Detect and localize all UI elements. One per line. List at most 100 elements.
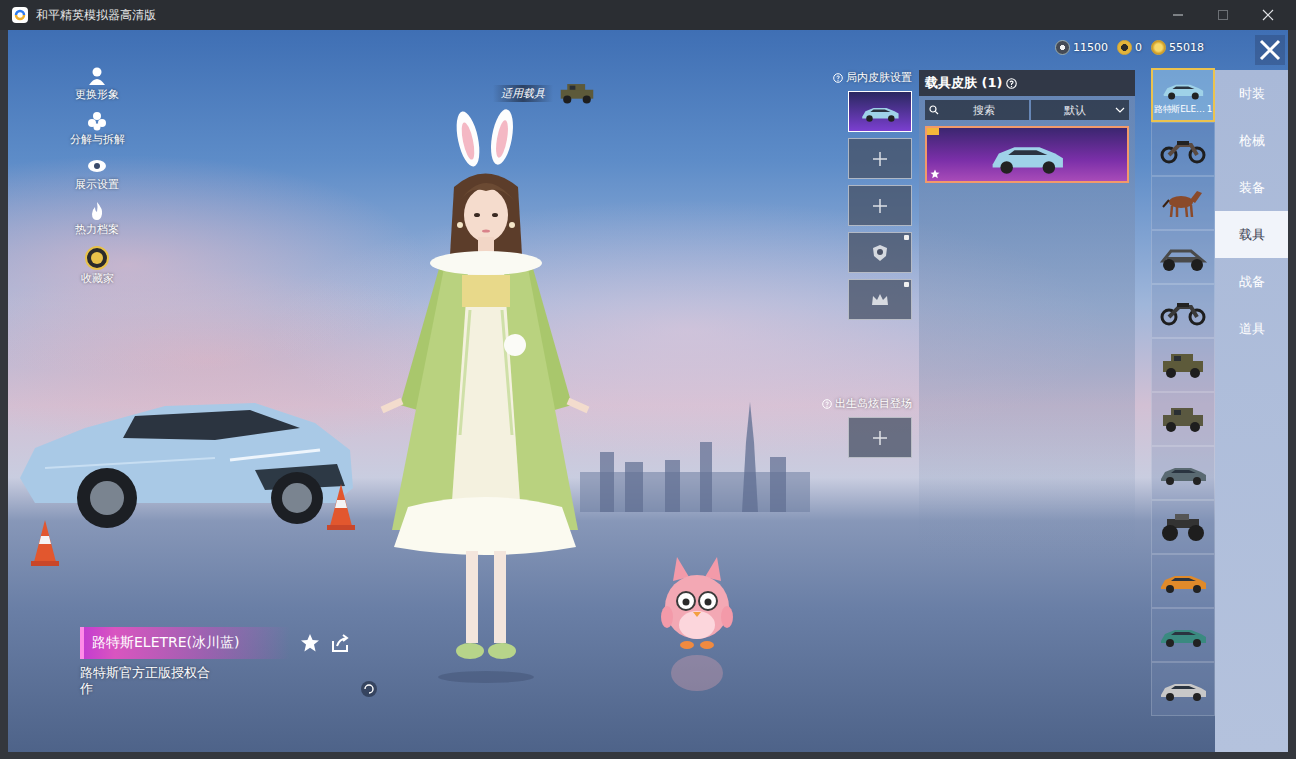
vehicle-item[interactable] — [1151, 446, 1215, 500]
traffic-cone — [30, 518, 60, 568]
category-tab[interactable]: 载具 — [1215, 211, 1288, 258]
side-menu-item[interactable]: 分解与拆解 — [65, 111, 129, 147]
currency-amount: 0 — [1135, 41, 1142, 54]
currency-amount: 55018 — [1169, 41, 1204, 54]
spawn-slot[interactable] — [848, 417, 912, 458]
side-menu-item[interactable]: 收藏家 — [65, 246, 129, 286]
favorite-button[interactable] — [300, 633, 320, 653]
spawn-entrance-text: 出生岛炫目登场 — [835, 396, 912, 411]
skin-slot[interactable] — [848, 279, 912, 320]
avatar-icon — [87, 66, 107, 86]
search-field[interactable]: 搜索 — [925, 100, 1029, 120]
close-icon — [1262, 9, 1274, 21]
category-tabs: 时装枪械装备载具战备道具 — [1215, 70, 1288, 752]
skin-slot[interactable] — [848, 185, 912, 226]
currency: 11500 — [1055, 40, 1108, 55]
vehicle-item[interactable] — [1151, 608, 1215, 662]
star-icon[interactable] — [300, 633, 320, 653]
category-tab[interactable]: 时装 — [1215, 70, 1288, 117]
close-icon — [1259, 39, 1281, 61]
help-icon[interactable] — [822, 399, 832, 409]
app-logo-icon — [12, 7, 28, 23]
motorbike-icon — [1157, 133, 1209, 165]
side-menu-label: 展示设置 — [75, 177, 119, 192]
skin-card[interactable] — [925, 126, 1129, 183]
search-placeholder: 搜索 — [943, 103, 1025, 118]
chevron-down-icon — [1115, 107, 1125, 113]
minimize-button[interactable] — [1155, 0, 1200, 30]
vehicle-item[interactable] — [1151, 122, 1215, 176]
heat-icon — [87, 201, 107, 221]
jeep-icon — [1157, 403, 1209, 435]
rotate-icon — [360, 680, 378, 698]
badge-icon — [871, 244, 889, 262]
item-name-row: 路特斯ELETRE(冰川蓝) — [80, 627, 812, 659]
lock-mark — [904, 235, 909, 240]
panel-title: 载具皮肤 (1) — [925, 74, 1002, 92]
card-favorite — [930, 169, 940, 179]
pet-figure — [655, 545, 740, 695]
decompose-icon — [87, 111, 107, 131]
skin-slot[interactable] — [848, 91, 912, 132]
in-match-skin-text: 局内皮肤设置 — [846, 70, 912, 85]
side-menu-item[interactable]: 更换形象 — [65, 66, 129, 102]
share-icon — [330, 633, 350, 653]
sort-dropdown[interactable]: 默认 — [1031, 100, 1129, 120]
vehicle-skin-panel: 载具皮肤 (1) 搜索默认 — [919, 70, 1135, 575]
category-tab[interactable]: 道具 — [1215, 305, 1288, 352]
side-menu: 更换形象分解与拆解展示设置热力档案收藏家 — [8, 30, 812, 286]
right-panels: 局内皮肤设置出生岛炫目登场载具皮肤 (1)搜索默认路特斯ELE…1时装枪械装备载… — [812, 30, 1288, 752]
display-icon — [87, 156, 107, 176]
item-description: 路特斯官方正版授权合作 — [80, 665, 220, 697]
skin-slot-column: 局内皮肤设置出生岛炫目登场 — [812, 30, 913, 752]
character-figure — [360, 105, 610, 690]
vehicle-item[interactable] — [1151, 338, 1215, 392]
vehicle-count: 1 — [1207, 104, 1213, 114]
maximize-button[interactable] — [1200, 0, 1245, 30]
car-icon — [1160, 75, 1206, 103]
car-layer — [15, 368, 355, 533]
skin-slot[interactable] — [848, 232, 912, 273]
plus-icon — [872, 198, 888, 214]
emulator-body: 11500055018适用载具更换形象分解与拆解展示设置热力档案收藏家路特斯EL… — [0, 30, 1296, 759]
panel-header: 载具皮肤 (1) — [919, 70, 1135, 96]
help-icon[interactable] — [833, 73, 843, 83]
vehicle-item[interactable] — [1151, 284, 1215, 338]
vehicle-list: 路特斯ELE…1 — [1151, 68, 1215, 752]
vehicle-label: 路特斯ELE… — [1154, 103, 1205, 116]
vehicle-item[interactable] — [1151, 230, 1215, 284]
pet-layer — [655, 545, 740, 695]
vehicle-item[interactable] — [1151, 176, 1215, 230]
vehicle-item[interactable]: 路特斯ELE…1 — [1151, 68, 1215, 122]
vehicle-item[interactable] — [1151, 392, 1215, 446]
side-menu-item[interactable]: 热力档案 — [65, 201, 129, 237]
rotate-button[interactable] — [360, 680, 378, 698]
skin-slot[interactable] — [848, 138, 912, 179]
vehicle-label-row: 路特斯ELE…1 — [1152, 103, 1215, 116]
category-tab[interactable]: 装备 — [1215, 164, 1288, 211]
emulator-window: 和平精英模拟器高清版11500055018适用载具更换形象分解与拆解展示设置热力… — [0, 0, 1296, 759]
maximize-icon — [1217, 9, 1229, 21]
vehicle-item[interactable] — [1151, 662, 1215, 716]
side-menu-label: 分解与拆解 — [70, 132, 125, 147]
share-button[interactable] — [330, 633, 350, 653]
category-tab[interactable]: 战备 — [1215, 258, 1288, 305]
currency: 0 — [1117, 40, 1142, 55]
close-button[interactable] — [1255, 35, 1285, 65]
medal-icon — [1117, 40, 1132, 55]
traffic-cone — [326, 482, 356, 532]
vehicle-item[interactable] — [1151, 554, 1215, 608]
side-menu-item[interactable]: 展示设置 — [65, 156, 129, 192]
quality-badge — [927, 128, 939, 135]
plus-icon — [872, 151, 888, 167]
close-window-button[interactable] — [1245, 0, 1290, 30]
lock-mark — [904, 282, 909, 287]
currency: 55018 — [1151, 40, 1204, 55]
vehicle-item[interactable] — [1151, 500, 1215, 554]
cone-left — [30, 518, 60, 568]
help-icon[interactable] — [1006, 78, 1017, 89]
category-tab[interactable]: 枪械 — [1215, 117, 1288, 164]
in-match-skin-label: 局内皮肤设置 — [833, 70, 912, 85]
star-icon[interactable] — [930, 169, 940, 179]
currency-amount: 11500 — [1073, 41, 1108, 54]
